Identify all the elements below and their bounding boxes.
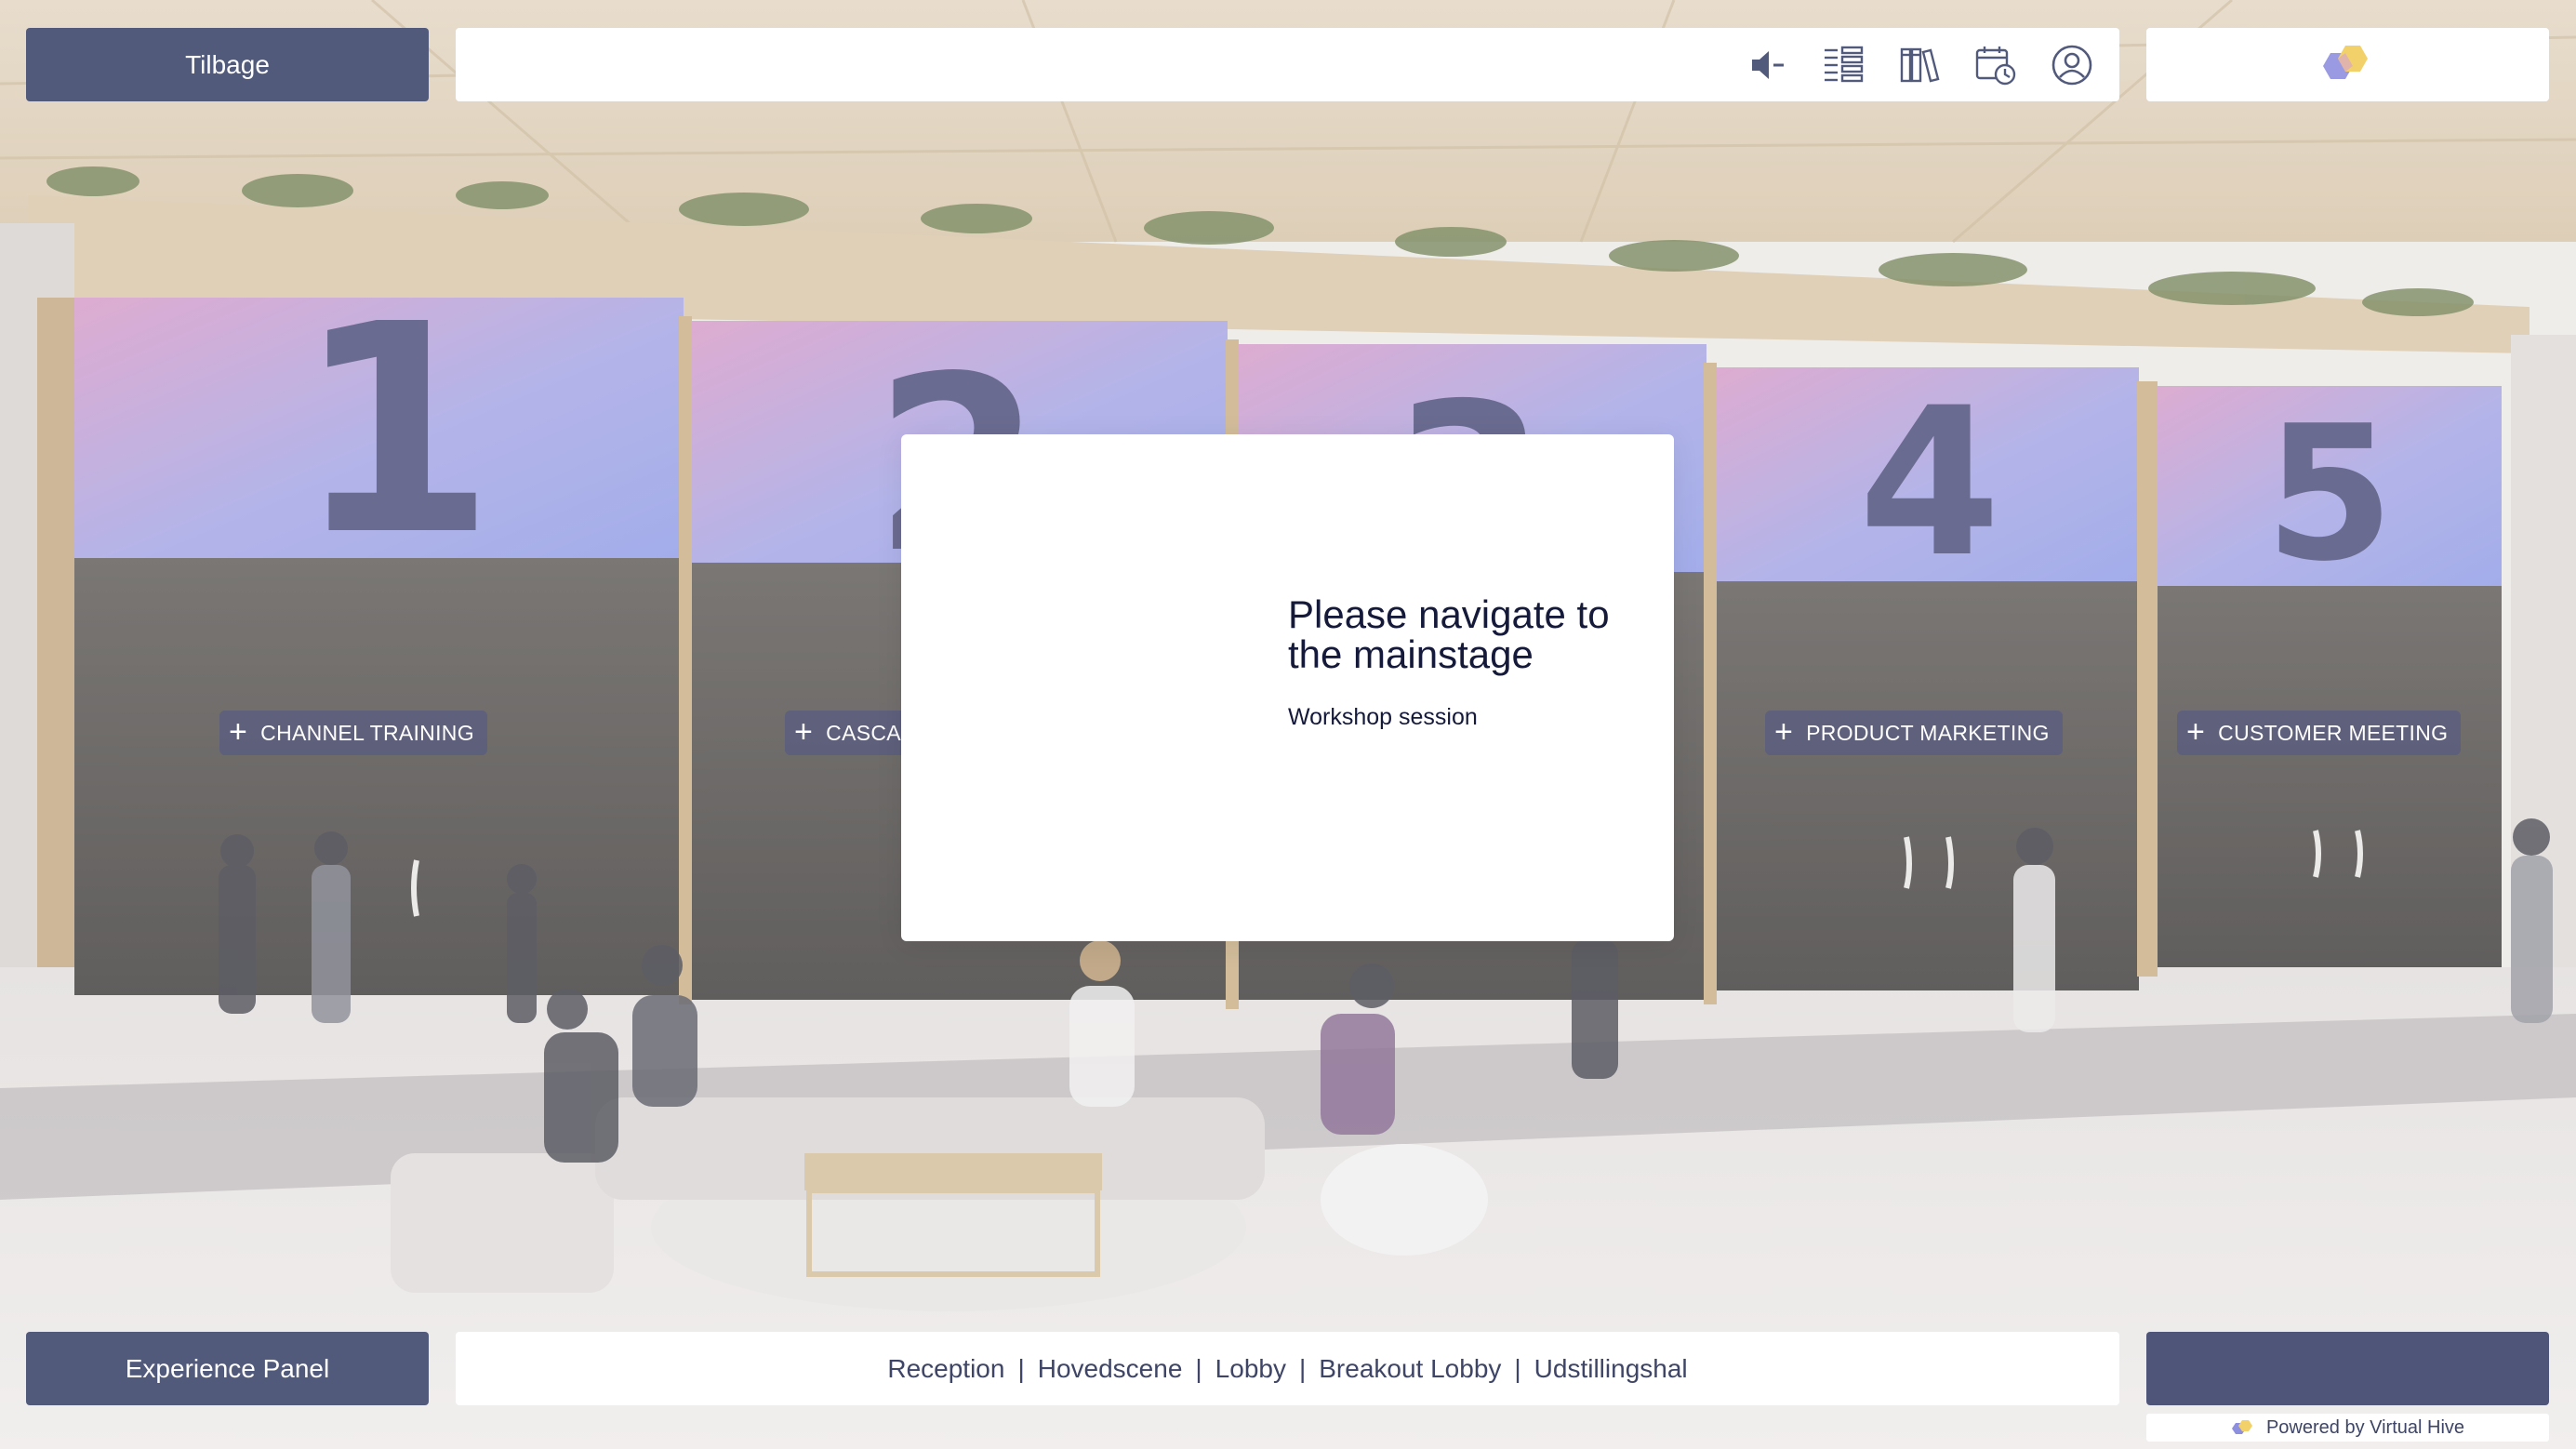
- nav-separator: |: [1298, 1353, 1307, 1383]
- navigation-modal: Please navigate to the mainstage Worksho…: [901, 434, 1674, 941]
- powered-by-footer: Powered by Virtual Hive: [2146, 1414, 2549, 1442]
- nav-lobby[interactable]: Lobby: [1202, 1354, 1299, 1384]
- top-toolbar: [456, 28, 2119, 101]
- plus-icon: +: [2186, 713, 2206, 750]
- virtual-hive-small-logo: [2231, 1420, 2252, 1434]
- hotspot-casca[interactable]: + CASCA: [785, 711, 910, 755]
- plus-icon: +: [794, 713, 814, 750]
- nav-hovedscene[interactable]: Hovedscene: [1025, 1354, 1196, 1384]
- powered-by-text: Powered by Virtual Hive: [2265, 1416, 2465, 1438]
- library-icon[interactable]: [1898, 44, 1941, 86]
- nav-udstillingshal[interactable]: Udstillingshal: [1521, 1354, 1701, 1384]
- plus-icon: +: [1774, 713, 1794, 750]
- bottom-right-button[interactable]: [2146, 1332, 2549, 1405]
- hotspot-label: CUSTOMER MEETING: [2218, 720, 2449, 745]
- brand-logo-box: [2146, 28, 2549, 101]
- location-nav: Reception | Hovedscene | Lobby | Breakou…: [456, 1332, 2119, 1405]
- hotspot-customer-meeting[interactable]: + CUSTOMER MEETING: [2177, 711, 2462, 755]
- nav-breakout-lobby[interactable]: Breakout Lobby: [1306, 1354, 1514, 1384]
- nav-reception[interactable]: Reception: [874, 1354, 1017, 1384]
- modal-subtitle: Workshop session: [1288, 704, 1478, 730]
- hotspot-channel-training[interactable]: + CHANNEL TRAINING: [219, 711, 487, 755]
- virtual-hive-logo: [2322, 45, 2368, 79]
- plus-icon: +: [229, 713, 248, 750]
- calendar-clock-icon[interactable]: [1974, 44, 2017, 86]
- nav-separator: |: [1514, 1353, 1521, 1383]
- nav-separator: |: [1195, 1353, 1202, 1383]
- speaker-icon[interactable]: [1746, 44, 1788, 86]
- user-profile-icon[interactable]: [2051, 44, 2093, 86]
- hotspot-product-marketing[interactable]: + PRODUCT MARKETING: [1765, 711, 2063, 755]
- agenda-list-icon[interactable]: [1822, 44, 1865, 86]
- hotspot-label: CHANNEL TRAINING: [260, 720, 474, 745]
- nav-separator: |: [1017, 1353, 1025, 1383]
- modal-title: Please navigate to the mainstage: [1288, 592, 1610, 676]
- experience-panel-button[interactable]: Experience Panel: [26, 1332, 429, 1405]
- hotspot-label: CASCA: [826, 720, 901, 745]
- hotspot-label: PRODUCT MARKETING: [1806, 720, 2050, 745]
- back-button[interactable]: Tilbage: [26, 28, 429, 101]
